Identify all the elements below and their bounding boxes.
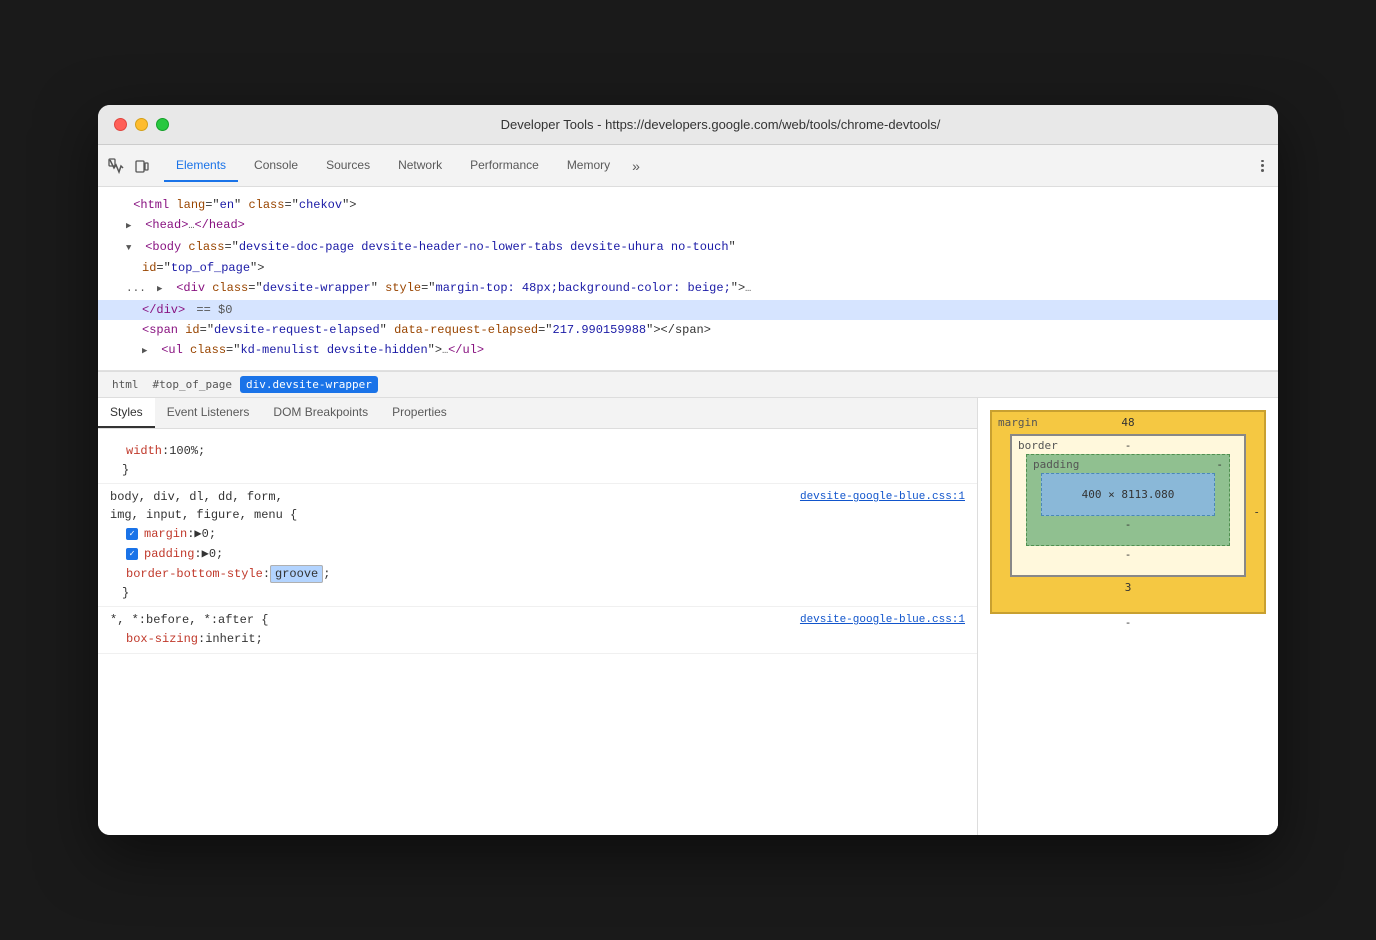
toolbar-icons [106, 156, 152, 176]
margin-bottom-value: 3 [1125, 581, 1132, 594]
close-button[interactable] [114, 118, 127, 131]
content-size: 400 × 8113.080 [1082, 488, 1175, 501]
padding-box: padding - 400 × 8113.080 - [1026, 454, 1230, 546]
css-rule: *, *:before, *:after { devsite-google-bl… [98, 607, 977, 654]
border-bottom-value: - [1026, 546, 1230, 561]
margin-bottom-row: 3 [1010, 577, 1246, 594]
dom-line[interactable]: ... <div class="devsite-wrapper" style="… [98, 278, 1278, 300]
below-box-value: - [990, 614, 1266, 631]
tab-performance[interactable]: Performance [458, 150, 551, 182]
css-highlighted-value: groove [270, 565, 323, 583]
css-rule-header: body, div, dl, dd, form, img, input, fig… [110, 488, 965, 524]
css-brace: } [110, 461, 965, 479]
window-title: Developer Tools - https://developers.goo… [179, 117, 1262, 132]
css-prop-line: border-bottom-style: groove; [110, 564, 965, 584]
devtools-window: Developer Tools - https://developers.goo… [98, 105, 1278, 835]
padding-right-value: - [1216, 458, 1223, 471]
devtools-body: Elements Console Sources Network Perform… [98, 145, 1278, 835]
breadcrumb-html[interactable]: html [106, 376, 145, 393]
lower-panel: Styles Event Listeners DOM Breakpoints P… [98, 398, 1278, 835]
dom-line[interactable]: <html lang="en" class="chekov"> [98, 195, 1278, 215]
triangle-icon[interactable] [126, 239, 138, 257]
triangle-icon[interactable] [126, 217, 138, 235]
tab-network[interactable]: Network [386, 150, 454, 182]
margin-box: margin 48 - - border - [990, 410, 1266, 614]
devtools-menu-button[interactable] [1254, 158, 1270, 174]
box-model-panel: margin 48 - - border - [978, 398, 1278, 835]
css-selector: *, *:before, *:after { [110, 611, 268, 629]
border-top-value: - [1125, 439, 1132, 452]
maximize-button[interactable] [156, 118, 169, 131]
css-prop-line: margin:▶ 0; [110, 524, 965, 544]
box-model-diagram: margin 48 - - border - [990, 410, 1266, 631]
inspect-icon[interactable] [106, 156, 126, 176]
css-brace: } [110, 584, 965, 602]
more-tabs-button[interactable]: » [626, 150, 646, 182]
tab-console[interactable]: Console [242, 150, 310, 182]
elements-panel: <html lang="en" class="chekov"> <head>…<… [98, 187, 1278, 835]
margin-right-value: - [1253, 506, 1260, 519]
menu-dot-2 [1261, 164, 1264, 167]
dom-line-selected[interactable]: </div> == $0 [98, 300, 1278, 320]
css-rule: body, div, dl, dd, form, img, input, fig… [98, 484, 977, 607]
css-file-link[interactable]: devsite-google-blue.css:1 [800, 488, 965, 506]
titlebar: Developer Tools - https://developers.goo… [98, 105, 1278, 145]
tab-styles[interactable]: Styles [98, 398, 155, 428]
content-box: 400 × 8113.080 [1041, 473, 1215, 516]
triangle-icon[interactable] [157, 280, 169, 298]
dom-line[interactable]: <head>…</head> [98, 215, 1278, 237]
border-box: border - padding - 400 × 8113.080 [1010, 434, 1246, 577]
border-label: border [1018, 439, 1058, 452]
css-prop-line: width: 100%; [110, 441, 965, 461]
margin-label: margin [998, 416, 1038, 429]
css-rule-header: *, *:before, *:after { devsite-google-bl… [110, 611, 965, 629]
css-rule: width: 100%; } [98, 437, 977, 484]
dom-line[interactable]: <body class="devsite-doc-page devsite-he… [98, 237, 1278, 258]
tab-event-listeners[interactable]: Event Listeners [155, 398, 262, 428]
tab-memory[interactable]: Memory [555, 150, 622, 182]
tab-elements[interactable]: Elements [164, 150, 238, 182]
tab-dom-breakpoints[interactable]: DOM Breakpoints [261, 398, 380, 428]
styles-content: width: 100%; } body, div, dl, dd, form, … [98, 429, 977, 835]
triangle-icon[interactable] [142, 342, 154, 360]
styles-tabs: Styles Event Listeners DOM Breakpoints P… [98, 398, 977, 429]
breadcrumb-top-of-page[interactable]: #top_of_page [147, 376, 238, 393]
styles-panel: Styles Event Listeners DOM Breakpoints P… [98, 398, 978, 835]
css-prop-line: padding:▶ 0; [110, 544, 965, 564]
dom-line[interactable]: <span id="devsite-request-elapsed" data-… [98, 320, 1278, 340]
margin-top-value: 48 [1121, 416, 1134, 429]
padding-bottom-value: - [1041, 516, 1215, 531]
padding-label: padding [1033, 458, 1079, 471]
css-selector: body, div, dl, dd, form, [110, 488, 297, 506]
css-selector2: img, input, figure, menu { [110, 506, 297, 524]
traffic-lights [114, 118, 169, 131]
css-checkbox-padding[interactable] [126, 548, 138, 560]
breadcrumb: html #top_of_page div.devsite-wrapper [98, 371, 1278, 398]
css-prop-line: box-sizing: inherit; [110, 629, 965, 649]
device-icon[interactable] [132, 156, 152, 176]
css-checkbox-margin[interactable] [126, 528, 138, 540]
css-file-link[interactable]: devsite-google-blue.css:1 [800, 611, 965, 629]
menu-dot-3 [1261, 169, 1264, 172]
devtools-toolbar: Elements Console Sources Network Perform… [98, 145, 1278, 187]
tab-properties[interactable]: Properties [380, 398, 459, 428]
breadcrumb-devsite-wrapper[interactable]: div.devsite-wrapper [240, 376, 378, 393]
minimize-button[interactable] [135, 118, 148, 131]
tab-sources[interactable]: Sources [314, 150, 382, 182]
dom-line[interactable]: <ul class="kd-menulist devsite-hidden">…… [98, 340, 1278, 362]
dom-tree: <html lang="en" class="chekov"> <head>…<… [98, 187, 1278, 371]
menu-dot-1 [1261, 160, 1264, 163]
dom-line[interactable]: id="top_of_page"> [98, 258, 1278, 278]
